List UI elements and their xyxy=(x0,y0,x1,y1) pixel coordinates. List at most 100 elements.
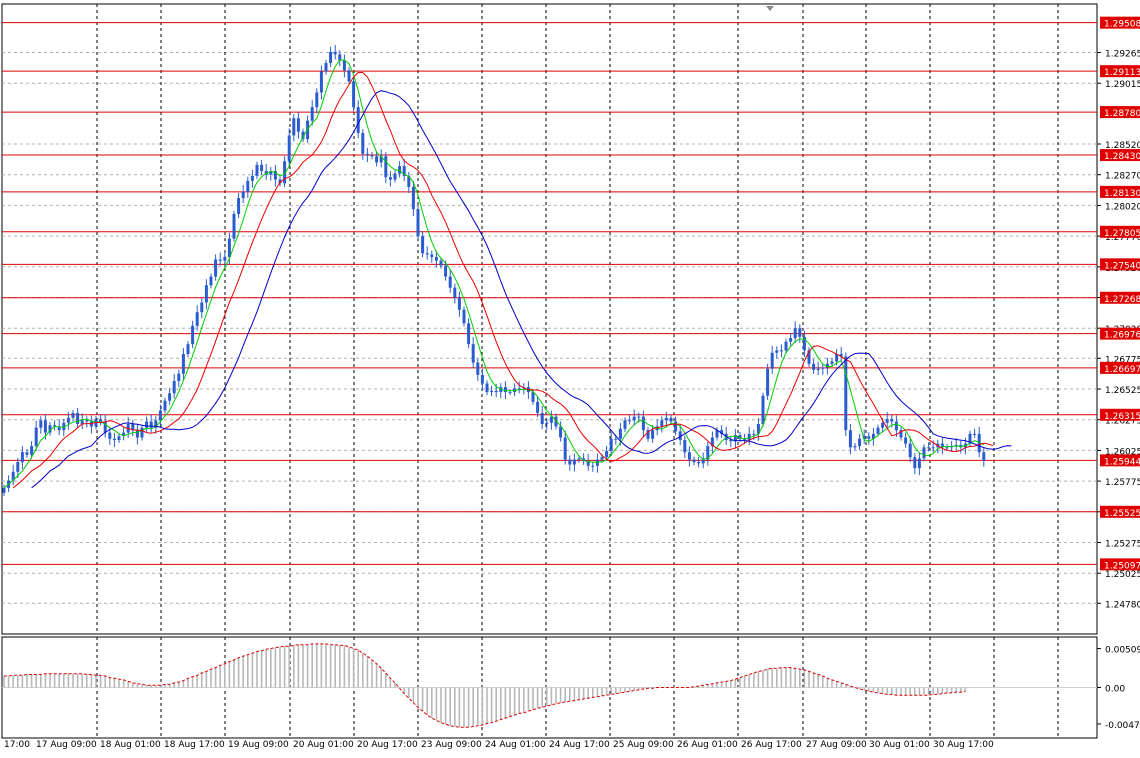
price-tick-label: 1.26525 xyxy=(1105,386,1140,396)
candle-body xyxy=(200,302,204,313)
candle-body xyxy=(876,427,880,434)
candle-body xyxy=(39,420,43,428)
candle-body xyxy=(457,297,461,310)
candle-body xyxy=(894,421,898,431)
candle-body xyxy=(770,352,774,369)
candle-body xyxy=(430,254,434,257)
candle-body xyxy=(669,417,673,422)
candle-body xyxy=(904,437,908,444)
candle-body xyxy=(609,438,613,452)
price-tick-label: 1.28020 xyxy=(1105,202,1140,212)
candle-body xyxy=(168,393,172,401)
candle-body xyxy=(324,62,328,72)
time-label: 17 Aug 09:00 xyxy=(36,740,97,750)
candle-body xyxy=(204,285,208,303)
candle-body xyxy=(784,341,788,351)
candle-body xyxy=(347,70,351,82)
time-label: 26 Aug 01:00 xyxy=(677,740,738,750)
time-label: 17:00 xyxy=(4,740,30,750)
candle-body xyxy=(214,259,218,277)
candle-body xyxy=(881,422,885,428)
candle-body xyxy=(577,458,581,460)
price-tick-label: 1.24780 xyxy=(1105,600,1140,610)
level-label: 1.26697 xyxy=(1104,365,1140,375)
candle-body xyxy=(789,338,793,342)
candle-body xyxy=(232,214,236,239)
candle-body xyxy=(421,236,425,254)
candle-body xyxy=(476,362,480,375)
candle-body xyxy=(821,367,825,369)
candle-body xyxy=(365,153,369,156)
price-tick-label: 1.29265 xyxy=(1105,50,1140,60)
candle-body xyxy=(568,459,572,465)
candle-body xyxy=(393,173,397,180)
candle-body xyxy=(361,132,365,154)
candle-body xyxy=(563,437,567,460)
candle-body xyxy=(338,54,342,61)
osc-tick-label: -0.00476 xyxy=(1105,721,1140,731)
candle-body xyxy=(255,164,259,176)
candle-body xyxy=(416,209,420,237)
candle-body xyxy=(375,156,379,163)
candle-body xyxy=(945,447,949,449)
candle-body xyxy=(462,309,466,324)
candle-body xyxy=(508,392,512,394)
candle-body xyxy=(434,256,438,261)
candle-body xyxy=(191,325,195,345)
level-label: 1.25097 xyxy=(1104,561,1140,571)
candle-body xyxy=(117,436,121,440)
candle-body xyxy=(664,417,668,421)
candle-body xyxy=(490,390,494,393)
candle-body xyxy=(885,419,889,423)
candle-body xyxy=(315,92,319,108)
candle-body xyxy=(163,400,167,411)
candle-body xyxy=(140,427,144,438)
candle-body xyxy=(195,312,199,326)
candle-body xyxy=(30,446,34,455)
candle-body xyxy=(697,462,701,464)
level-label: 1.29508 xyxy=(1104,20,1140,30)
candle-body xyxy=(388,177,392,180)
price-tick-label: 1.29015 xyxy=(1105,80,1140,90)
candle-body xyxy=(747,433,751,440)
level-label: 1.27268 xyxy=(1104,295,1140,305)
candle-body xyxy=(149,421,153,428)
candle-body xyxy=(908,443,912,458)
candle-body xyxy=(793,328,797,339)
candle-body xyxy=(931,447,935,449)
candle-body xyxy=(485,383,489,393)
level-label: 1.26976 xyxy=(1104,331,1140,341)
candle-body xyxy=(595,459,599,466)
price-tick-label: 1.25025 xyxy=(1105,570,1140,580)
candle-body xyxy=(16,462,20,472)
candle-body xyxy=(812,363,816,370)
candle-body xyxy=(453,287,457,298)
candle-body xyxy=(830,361,834,364)
candle-body xyxy=(177,373,181,382)
candle-body xyxy=(260,164,264,172)
level-label: 1.27540 xyxy=(1104,261,1140,271)
price-tick-label: 1.25275 xyxy=(1105,540,1140,550)
candle-body xyxy=(503,387,507,393)
level-label: 1.27805 xyxy=(1104,229,1140,239)
level-label: 1.26315 xyxy=(1104,412,1140,422)
candle-body xyxy=(637,416,641,418)
candle-body xyxy=(158,410,162,421)
candle-body xyxy=(660,420,664,427)
candle-body xyxy=(2,487,6,493)
time-label: 20 Aug 17:00 xyxy=(357,740,418,750)
candle-body xyxy=(913,457,917,469)
candle-body xyxy=(223,256,227,261)
candle-body xyxy=(775,350,779,353)
candle-body xyxy=(209,276,213,286)
candle-body xyxy=(600,457,604,460)
level-label: 1.28430 xyxy=(1104,152,1140,162)
candle-body xyxy=(973,433,977,435)
candle-body xyxy=(922,447,926,459)
candle-body xyxy=(531,392,535,402)
osc-tick-label: 0.00509 xyxy=(1105,646,1140,656)
candle-body xyxy=(701,459,705,464)
candle-body xyxy=(439,260,443,266)
candle-body xyxy=(43,420,47,433)
osc-tick-label: 0.00 xyxy=(1105,685,1125,695)
